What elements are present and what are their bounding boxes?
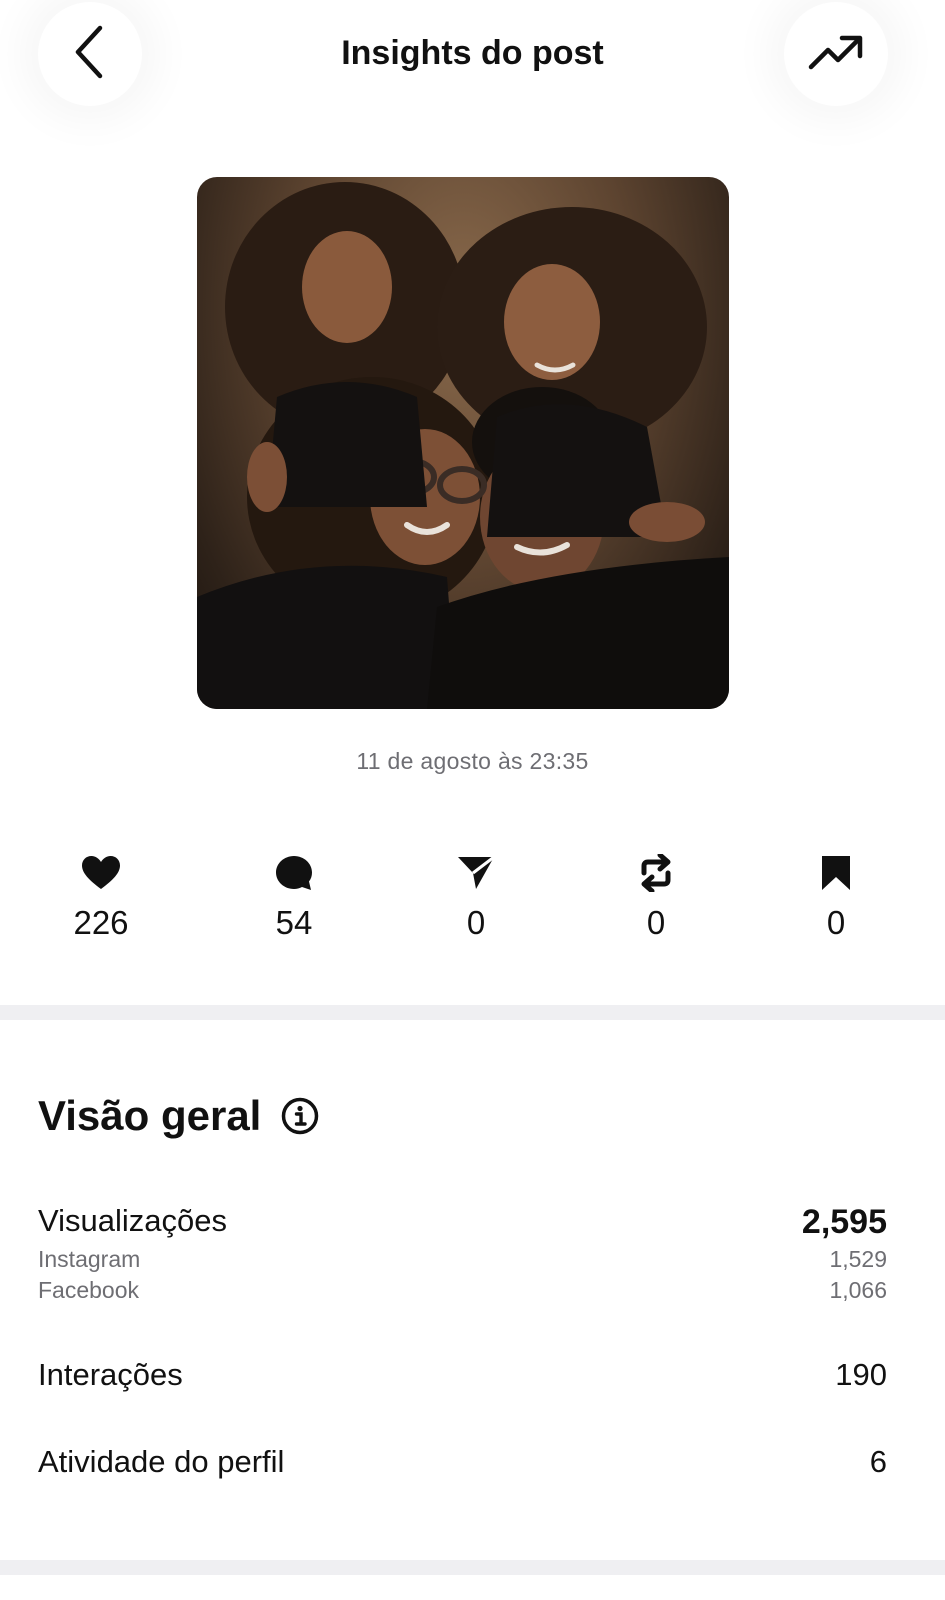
header: Insights do post xyxy=(0,0,945,110)
views-instagram-label: Instagram xyxy=(38,1246,141,1272)
views-instagram-value: 1,529 xyxy=(829,1246,887,1272)
trending-up-icon xyxy=(808,34,864,75)
views-value: 2,595 xyxy=(801,1203,887,1241)
info-icon[interactable] xyxy=(281,1097,319,1135)
share-icon xyxy=(456,855,496,896)
stat-shares: 0 xyxy=(416,855,536,942)
bookmark-icon xyxy=(820,855,852,896)
stat-saves: 0 xyxy=(776,855,896,942)
overview-section-title: Visão geral xyxy=(38,1092,319,1140)
overview-title: Visão geral xyxy=(38,1092,262,1139)
repost-icon xyxy=(638,852,674,897)
comments-count: 54 xyxy=(275,904,313,941)
post-image[interactable] xyxy=(197,177,729,709)
likes-count: 226 xyxy=(73,904,129,941)
profile-activity-value: 6 xyxy=(869,1444,887,1479)
shares-count: 0 xyxy=(466,904,486,941)
interactions-label: Interações xyxy=(38,1357,183,1392)
saves-count: 0 xyxy=(826,904,846,941)
views-facebook-label: Facebook xyxy=(38,1277,140,1303)
interactions-value: 190 xyxy=(835,1357,887,1392)
stat-comments: 54 xyxy=(234,855,354,942)
views-facebook-value: 1,066 xyxy=(829,1277,887,1303)
profile-activity-label: Atividade do perfil xyxy=(38,1444,285,1479)
heart-icon xyxy=(81,855,121,896)
section-divider-bottom xyxy=(0,1560,945,1575)
trends-button[interactable] xyxy=(784,2,888,106)
post-timestamp: 11 de agosto às 23:35 xyxy=(356,748,589,774)
family-photo-illustration xyxy=(197,182,729,709)
reposts-count: 0 xyxy=(646,904,666,941)
section-divider xyxy=(0,1005,945,1020)
stat-likes: 226 xyxy=(41,855,161,942)
stat-reposts: 0 xyxy=(596,852,716,942)
views-label: Visualizações xyxy=(38,1203,227,1238)
post-insights-screen: Insights do post 11 de agosto às 23:35 2… xyxy=(0,0,945,1600)
comment-icon xyxy=(275,855,313,896)
